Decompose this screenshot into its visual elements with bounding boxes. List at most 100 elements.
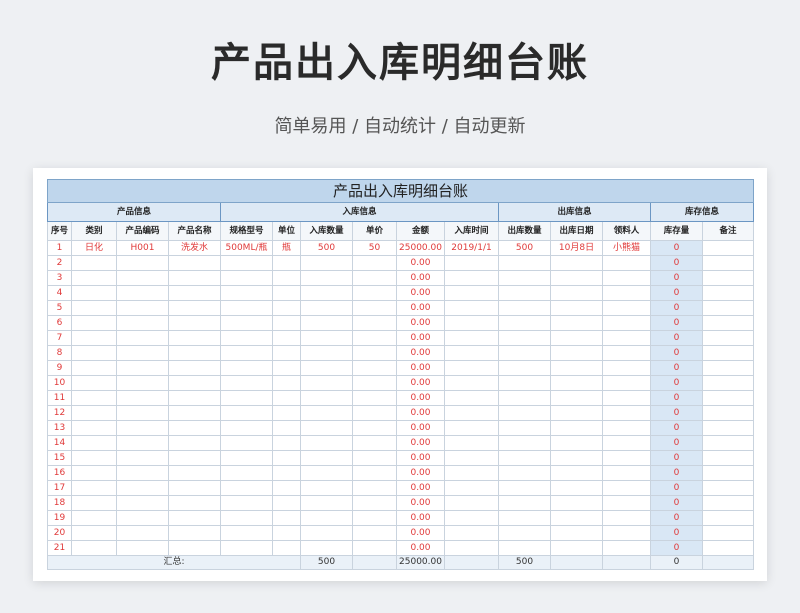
cell-in-qty[interactable] [300,540,353,556]
cell-in-date[interactable] [444,435,499,451]
cell-in-qty[interactable] [300,330,353,346]
cell-spec[interactable] [220,510,273,526]
cell-code[interactable] [116,495,169,511]
cell-in-qty[interactable] [300,315,353,331]
cell-code[interactable] [116,510,169,526]
cell-spec[interactable] [220,420,273,436]
cell-note[interactable] [701,285,755,301]
cell-in-qty[interactable] [300,375,353,391]
cell-note[interactable] [701,510,755,526]
cell-out-date[interactable] [550,315,603,331]
cell-code[interactable] [116,525,169,541]
cell-stock[interactable]: 0 [650,240,703,256]
cell-code[interactable] [116,480,169,496]
cell-amount[interactable]: 0.00 [396,435,445,451]
cell-in-date[interactable] [444,390,499,406]
cell-category[interactable] [71,270,117,286]
cell-code[interactable] [116,315,169,331]
cell-in-date[interactable] [444,360,499,376]
cell-category[interactable] [71,405,117,421]
cell-note[interactable] [701,435,755,451]
cell-name[interactable] [168,285,221,301]
cell-code[interactable] [116,435,169,451]
cell-stock[interactable]: 0 [650,435,703,451]
cell-amount[interactable]: 0.00 [396,345,445,361]
cell-spec[interactable] [220,450,273,466]
cell-price[interactable] [352,360,397,376]
cell-out-date[interactable] [550,450,603,466]
cell-amount[interactable]: 0.00 [396,525,445,541]
cell-name[interactable] [168,540,221,556]
cell-in-qty[interactable] [300,450,353,466]
cell-category[interactable] [71,540,117,556]
cell-seq[interactable]: 13 [47,420,72,436]
cell-code[interactable] [116,390,169,406]
cell-spec[interactable] [220,315,273,331]
cell-code[interactable] [116,345,169,361]
cell-seq[interactable]: 11 [47,390,72,406]
cell-name[interactable] [168,510,221,526]
cell-stock[interactable]: 0 [650,315,703,331]
cell-price[interactable] [352,375,397,391]
cell-stock[interactable]: 0 [650,480,703,496]
cell-stock[interactable]: 0 [650,510,703,526]
cell-note[interactable] [701,495,755,511]
cell-in-qty[interactable] [300,255,353,271]
cell-spec[interactable] [220,345,273,361]
cell-in-qty[interactable] [300,525,353,541]
cell-unit[interactable] [272,300,301,316]
cell-spec[interactable] [220,435,273,451]
cell-out-qty[interactable] [498,255,551,271]
cell-out-qty[interactable] [498,390,551,406]
cell-stock[interactable]: 0 [650,540,703,556]
cell-spec[interactable] [220,465,273,481]
cell-seq[interactable]: 16 [47,465,72,481]
cell-receiver[interactable] [602,450,651,466]
cell-amount[interactable]: 0.00 [396,390,445,406]
cell-receiver[interactable] [602,270,651,286]
cell-unit[interactable] [272,480,301,496]
cell-receiver[interactable] [602,465,651,481]
cell-note[interactable] [701,315,755,331]
cell-code[interactable] [116,420,169,436]
cell-unit[interactable] [272,420,301,436]
cell-amount[interactable]: 0.00 [396,330,445,346]
cell-category[interactable] [71,360,117,376]
cell-unit[interactable] [272,255,301,271]
cell-out-date[interactable] [550,435,603,451]
cell-receiver[interactable] [602,405,651,421]
cell-in-date[interactable] [444,510,499,526]
cell-out-date[interactable] [550,465,603,481]
cell-receiver[interactable] [602,360,651,376]
cell-in-date[interactable] [444,300,499,316]
cell-price[interactable] [352,285,397,301]
cell-amount[interactable]: 0.00 [396,420,445,436]
cell-in-date[interactable] [444,315,499,331]
cell-name[interactable] [168,315,221,331]
cell-code[interactable] [116,375,169,391]
cell-out-date[interactable] [550,540,603,556]
cell-in-qty[interactable] [300,465,353,481]
cell-stock[interactable]: 0 [650,330,703,346]
cell-note[interactable] [701,240,755,256]
cell-code[interactable] [116,360,169,376]
cell-out-date[interactable] [550,330,603,346]
cell-stock[interactable]: 0 [650,495,703,511]
cell-out-date[interactable] [550,270,603,286]
cell-note[interactable] [701,345,755,361]
cell-receiver[interactable] [602,510,651,526]
cell-category[interactable] [71,375,117,391]
cell-receiver[interactable] [602,255,651,271]
cell-out-qty[interactable] [498,480,551,496]
cell-spec[interactable] [220,390,273,406]
cell-amount[interactable]: 0.00 [396,360,445,376]
cell-note[interactable] [701,405,755,421]
cell-out-qty[interactable] [498,345,551,361]
cell-unit[interactable] [272,435,301,451]
cell-in-qty[interactable] [300,390,353,406]
cell-in-qty[interactable] [300,345,353,361]
cell-receiver[interactable] [602,345,651,361]
cell-spec[interactable] [220,255,273,271]
cell-amount[interactable]: 0.00 [396,540,445,556]
cell-name[interactable] [168,300,221,316]
